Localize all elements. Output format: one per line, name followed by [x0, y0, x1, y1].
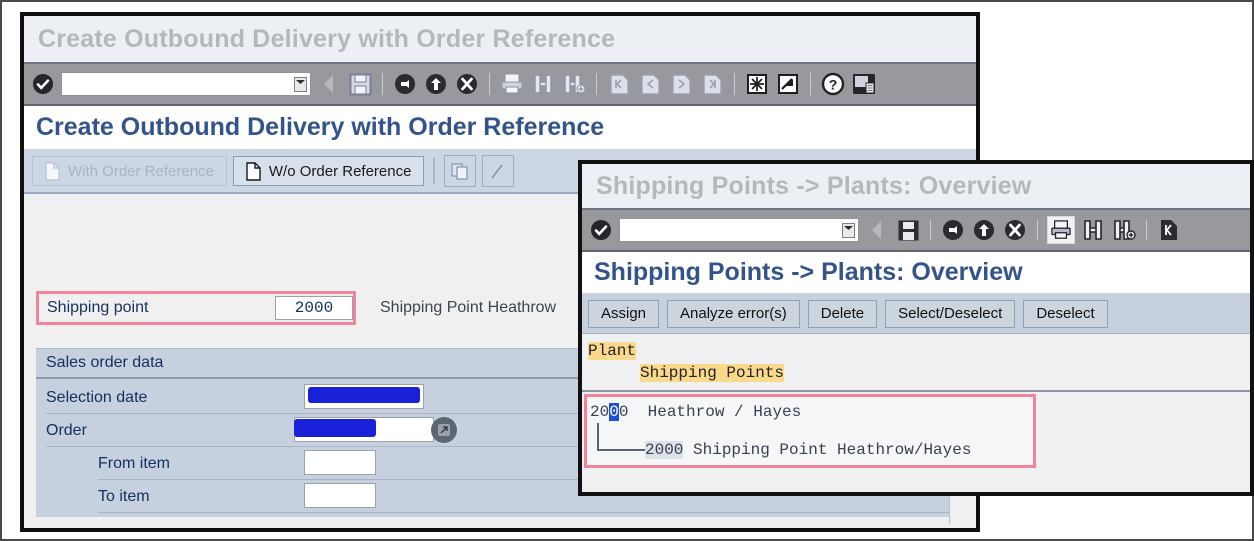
- select-deselect-button[interactable]: Select/Deselect: [885, 299, 1016, 328]
- back-arrow-icon[interactable]: [316, 71, 342, 97]
- tree-node-shipping-point-code: 2000: [645, 441, 684, 459]
- window-title-bar-create: Create Outbound Delivery with Order Refe…: [24, 16, 976, 64]
- shipping-point-row: Shipping point 2000 Shipping Point Heath…: [36, 288, 576, 328]
- tree-node-plant-text: Heathrow / Hayes: [647, 403, 802, 421]
- toolbar-separator: [1037, 219, 1038, 241]
- toolbar-separator: [596, 73, 597, 95]
- help-icon[interactable]: ?: [820, 71, 846, 97]
- exit-back-icon[interactable]: [940, 217, 966, 243]
- order-redaction: [294, 419, 376, 437]
- window-shipping-points-plants: Shipping Points -> Plants: Overview Ship…: [578, 160, 1254, 496]
- tab-with-order-reference[interactable]: With Order Reference: [32, 156, 227, 186]
- tabstrip-separator: [433, 158, 436, 184]
- screen-title-bar-create: Create Outbound Delivery with Order Refe…: [24, 106, 976, 150]
- exit-up-icon[interactable]: [971, 217, 997, 243]
- screenshot-frame: Create Outbound Delivery with Order Refe…: [0, 0, 1254, 541]
- tree-node-plant-code-selected: 0: [609, 403, 619, 421]
- shipping-point-label: Shipping point: [47, 299, 149, 316]
- svg-text:?: ?: [829, 77, 838, 93]
- tree-node-shipping-point-text: Shipping Point Heathrow/Hayes: [693, 441, 972, 459]
- delete-button[interactable]: Delete: [807, 299, 878, 328]
- enter-check-icon[interactable]: [588, 217, 614, 243]
- toolbar-separator: [930, 219, 931, 241]
- shipping-point-highlight-box: Shipping point 2000: [36, 291, 356, 325]
- deselect-button[interactable]: Deselect: [1023, 299, 1108, 328]
- tab-with-order-reference-label: With Order Reference: [68, 162, 214, 180]
- tree-node-plant-code-suffix: 0: [618, 403, 629, 421]
- back-arrow-icon[interactable]: [864, 217, 890, 243]
- action-button-row: Assign Analyze error(s) Delete Select/De…: [582, 294, 1250, 334]
- shipping-point-input[interactable]: 2000: [275, 296, 353, 320]
- shipping-point-description: Shipping Point Heathrow: [380, 299, 557, 316]
- find-next-icon[interactable]: [1111, 217, 1137, 243]
- tree-node-plant-2000[interactable]: 2000 Heathrow / Hayes: [590, 403, 801, 421]
- screen-title-bar-shipping: Shipping Points -> Plants: Overview: [582, 252, 1250, 294]
- order-f4-help-button[interactable]: [431, 417, 457, 443]
- window-title-text-shipping: Shipping Points -> Plants: Overview: [596, 171, 1032, 200]
- tree-header-plant: Plant: [588, 342, 637, 360]
- tab-wo-order-reference[interactable]: W/o Order Reference: [232, 156, 425, 186]
- window-title-text-create: Create Outbound Delivery with Order Refe…: [38, 24, 616, 53]
- toolbar-separator: [734, 73, 735, 95]
- from-item-input[interactable]: [304, 450, 376, 475]
- exit-up-icon[interactable]: [423, 71, 449, 97]
- enter-check-icon[interactable]: [30, 71, 56, 97]
- document-icon: [45, 161, 60, 181]
- tree-header-separator: [582, 390, 1250, 392]
- to-item-input[interactable]: [304, 483, 376, 508]
- toolbar-separator: [810, 73, 811, 95]
- assign-button[interactable]: Assign: [588, 299, 660, 328]
- screen-title-text-shipping: Shipping Points -> Plants: Overview: [594, 258, 1023, 286]
- tree-header-shipping-points: Shipping Points: [640, 364, 785, 382]
- find-next-icon[interactable]: [561, 71, 587, 97]
- previous-page-icon[interactable]: [637, 71, 663, 97]
- toolbar-separator: [382, 73, 383, 95]
- cancel-x-icon[interactable]: [454, 71, 480, 97]
- print-icon[interactable]: [499, 71, 525, 97]
- window-title-bar-shipping: Shipping Points -> Plants: Overview: [582, 164, 1250, 210]
- last-page-icon[interactable]: [699, 71, 725, 97]
- cancel-x-icon[interactable]: [1002, 217, 1028, 243]
- toolbar-separator: [1146, 219, 1147, 241]
- toolbar-shipping: [582, 210, 1250, 252]
- save-disk-icon[interactable]: [347, 71, 373, 97]
- command-field-dropdown-icon: [842, 222, 855, 238]
- tree-highlight-box: 2000 Heathrow / Hayes 2000 Shipping Poin…: [584, 394, 1036, 468]
- field-underline: [98, 512, 952, 513]
- print-icon[interactable]: [1047, 216, 1075, 244]
- from-item-label: From item: [98, 454, 170, 472]
- exit-back-icon[interactable]: [392, 71, 418, 97]
- selection-date-label: Selection date: [46, 388, 148, 406]
- order-label: Order: [46, 421, 87, 439]
- first-page-icon[interactable]: [606, 71, 632, 97]
- group-title-sales-order-data: Sales order data: [36, 349, 192, 377]
- search-help-icon: [438, 424, 450, 436]
- find-icon[interactable]: [1080, 217, 1106, 243]
- next-page-icon[interactable]: [668, 71, 694, 97]
- find-icon[interactable]: [530, 71, 556, 97]
- command-field-dropdown-icon: [294, 76, 307, 92]
- partial-icon[interactable]: [482, 155, 515, 187]
- screen-title-text-create: Create Outbound Delivery with Order Refe…: [36, 113, 605, 141]
- command-field-create[interactable]: [61, 72, 311, 96]
- copy-icon[interactable]: [444, 155, 477, 187]
- analyze-errors-button[interactable]: Analyze error(s): [667, 299, 800, 328]
- selection-date-redaction: [308, 387, 420, 403]
- document-icon: [246, 161, 261, 181]
- save-disk-icon[interactable]: [895, 217, 921, 243]
- tab-wo-order-reference-label: W/o Order Reference: [268, 162, 412, 180]
- toolbar-separator: [489, 73, 490, 95]
- tree-node-plant-code-prefix: 20: [590, 403, 610, 421]
- customize-layout-icon[interactable]: [851, 71, 877, 97]
- tree-area-shipping-points: Plant Shipping Points 2000 Heathrow / Ha…: [582, 334, 1250, 476]
- first-page-icon[interactable]: [1156, 217, 1182, 243]
- create-session-icon[interactable]: [744, 71, 770, 97]
- tree-connector-elbow: [597, 423, 647, 451]
- command-field-shipping[interactable]: [619, 218, 859, 242]
- tree-node-shipping-point-2000[interactable]: 2000 Shipping Point Heathrow/Hayes: [645, 441, 971, 459]
- to-item-label: To item: [98, 487, 150, 505]
- create-shortcut-icon[interactable]: [775, 71, 801, 97]
- toolbar-create: ?: [24, 64, 976, 106]
